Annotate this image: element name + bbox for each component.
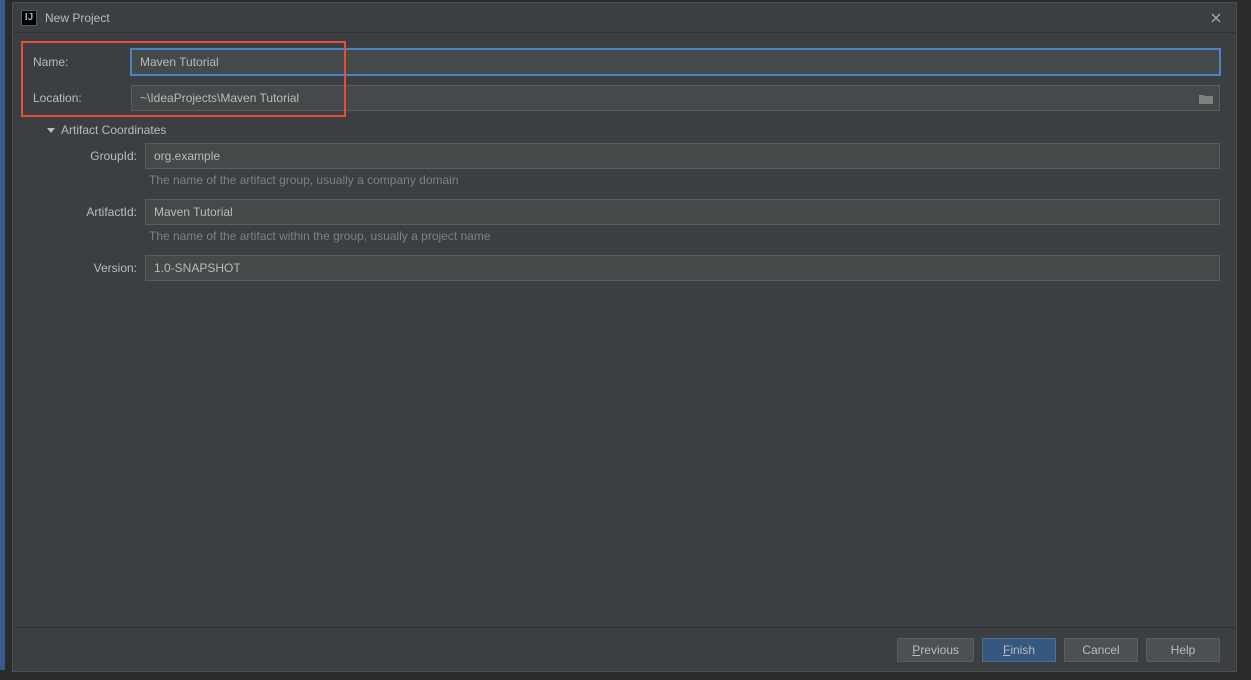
button-bar: Previous Finish Cancel Help [13, 627, 1236, 671]
groupid-row: GroupId: [29, 143, 1220, 169]
app-icon: IJ [21, 10, 37, 26]
name-label: Name: [29, 55, 131, 69]
name-input[interactable] [131, 49, 1220, 75]
groupid-input[interactable] [145, 143, 1220, 169]
version-label: Version: [61, 261, 145, 275]
artifactid-label: ArtifactId: [61, 205, 145, 219]
finish-button[interactable]: Finish [982, 638, 1056, 662]
artifactid-row: ArtifactId: [29, 199, 1220, 225]
chevron-down-icon [47, 128, 55, 133]
version-input[interactable] [145, 255, 1220, 281]
name-row: Name: [29, 49, 1220, 75]
location-label: Location: [29, 91, 131, 105]
location-input[interactable] [131, 85, 1220, 111]
artifact-coordinates-toggle[interactable]: Artifact Coordinates [29, 123, 1220, 137]
groupid-label: GroupId: [61, 149, 145, 163]
location-row: Location: [29, 85, 1220, 111]
groupid-help: The name of the artifact group, usually … [29, 173, 1220, 187]
artifactid-input[interactable] [145, 199, 1220, 225]
version-row: Version: [29, 255, 1220, 281]
previous-button[interactable]: Previous [897, 638, 974, 662]
location-field-wrap [131, 85, 1220, 111]
dialog-content: Name: Location: Artifact Coordinates Gro… [13, 33, 1236, 627]
browse-folder-icon[interactable] [1198, 92, 1214, 104]
close-icon[interactable] [1204, 6, 1228, 30]
titlebar: IJ New Project [13, 3, 1236, 33]
artifact-section-title: Artifact Coordinates [61, 123, 166, 137]
cancel-button[interactable]: Cancel [1064, 638, 1138, 662]
dialog-title: New Project [45, 11, 1204, 25]
artifactid-help: The name of the artifact within the grou… [29, 229, 1220, 243]
new-project-dialog: IJ New Project Name: Location: Artifact … [12, 2, 1237, 672]
help-button[interactable]: Help [1146, 638, 1220, 662]
left-strip [0, 0, 5, 670]
